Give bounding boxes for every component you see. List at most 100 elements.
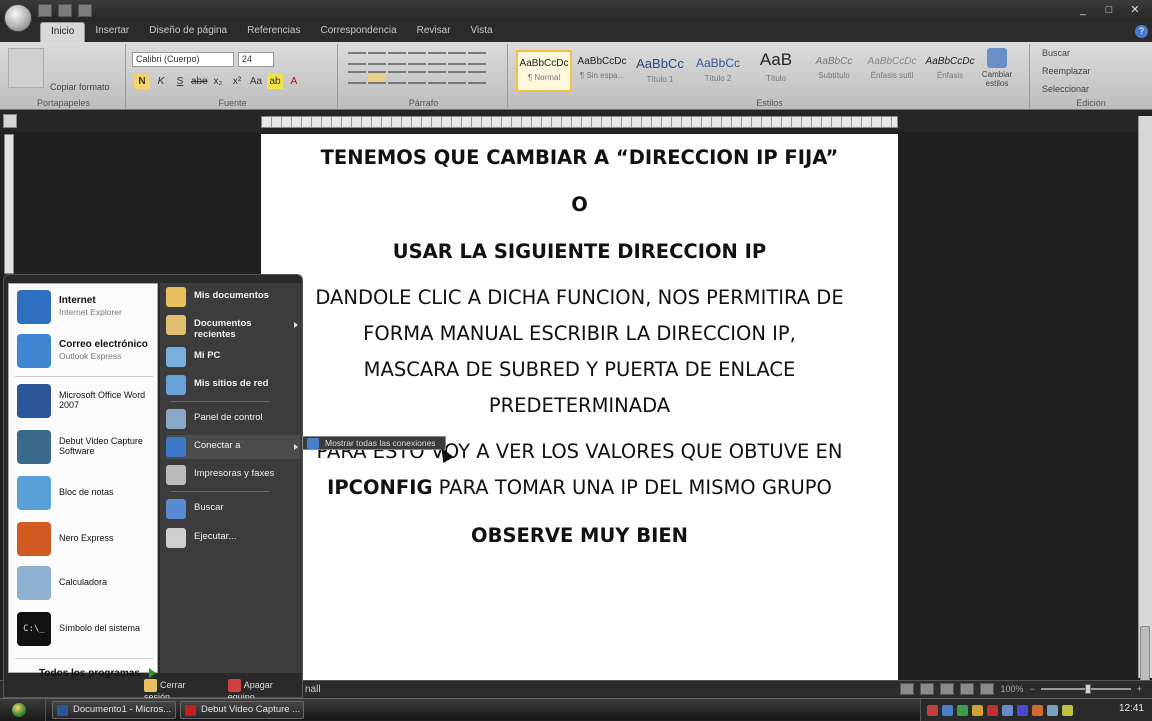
bold-button[interactable]: N <box>134 74 150 89</box>
tray-app-icon[interactable] <box>1032 704 1043 716</box>
paste-button[interactable] <box>8 48 44 88</box>
tab-inicio[interactable]: Inicio <box>40 22 86 42</box>
font-color-button[interactable]: A <box>286 74 302 89</box>
zoom-slider[interactable] <box>1040 684 1131 694</box>
style-heading-2[interactable]: AaBbCc Título 2 <box>690 50 746 92</box>
shading-button[interactable] <box>448 71 466 84</box>
places-connect-to[interactable]: Conectar a <box>166 435 300 459</box>
redo-icon[interactable] <box>78 4 92 17</box>
multilevel-button[interactable] <box>388 52 406 65</box>
save-icon[interactable] <box>38 4 52 17</box>
tray-antivirus-icon[interactable] <box>987 704 998 716</box>
outline-icon[interactable] <box>960 683 975 695</box>
tray-display-icon[interactable] <box>1047 704 1058 716</box>
font-size-select[interactable]: 24 <box>238 52 274 67</box>
superscript-button[interactable]: x² <box>229 74 245 89</box>
clock[interactable]: 12:41 <box>1119 703 1144 714</box>
taskbar-word-button[interactable]: Documento1 - Micros... <box>52 701 176 719</box>
maximize-button[interactable]: □ <box>1098 2 1120 18</box>
tray-network-icon[interactable] <box>942 704 953 716</box>
start-item-internet[interactable]: Internet Internet Explorer <box>15 288 155 328</box>
zoom-knob[interactable] <box>1084 684 1091 694</box>
borders-button[interactable] <box>468 71 486 84</box>
change-case-button[interactable]: Aa <box>248 74 264 89</box>
start-item-debut[interactable]: Debut Video Capture Software <box>15 428 155 468</box>
tab-revisar[interactable]: Revisar <box>407 22 461 42</box>
italic-button[interactable]: K <box>153 74 169 89</box>
start-item-calculator[interactable]: Calculadora <box>15 564 155 604</box>
tab-correspondencia[interactable]: Correspondencia <box>310 22 406 42</box>
draft-icon[interactable] <box>980 683 995 695</box>
zoom-out-icon[interactable]: − <box>1029 684 1034 694</box>
style-normal[interactable]: AaBbCcDc ¶ Normal <box>516 50 572 92</box>
tray-security-icon[interactable] <box>957 704 968 716</box>
align-center-button[interactable] <box>368 71 386 84</box>
places-my-pc[interactable]: Mi PC <box>166 345 300 369</box>
change-styles-button[interactable]: Cambiar estilos <box>972 48 1022 88</box>
copy-format-button[interactable]: Copiar formato <box>50 82 110 92</box>
bullets-button[interactable] <box>348 52 366 65</box>
ruler-toggle[interactable] <box>3 114 17 128</box>
underline-button[interactable]: S <box>172 74 188 89</box>
start-button[interactable] <box>0 699 46 721</box>
style-heading-1[interactable]: AaBbCc Título 1 <box>632 50 688 92</box>
show-marks-button[interactable] <box>468 52 486 65</box>
style-emphasis[interactable]: AaBbCcDc Énfasis <box>922 50 978 92</box>
justify-button[interactable] <box>408 71 426 84</box>
line-spacing-button[interactable] <box>428 71 446 84</box>
tray-bluetooth-icon[interactable] <box>1017 704 1028 716</box>
places-my-documents[interactable]: Mis documentos <box>166 285 300 309</box>
print-layout-icon[interactable] <box>900 683 915 695</box>
start-item-word[interactable]: Microsoft Office Word 2007 <box>15 382 155 422</box>
tray-power-icon[interactable] <box>1062 704 1073 716</box>
style-subtle-emphasis[interactable]: AaBbCcDc Énfasis sutil <box>864 50 920 92</box>
decrease-indent-button[interactable] <box>408 52 426 65</box>
sort-button[interactable] <box>448 52 466 65</box>
start-item-email[interactable]: Correo electrónico Outlook Express <box>15 332 155 372</box>
office-button[interactable] <box>4 4 32 32</box>
tray-volume-icon[interactable] <box>1002 704 1013 716</box>
tab-referencias[interactable]: Referencias <box>237 22 310 42</box>
tab-insertar[interactable]: Insertar <box>85 22 139 42</box>
start-item-cmd[interactable]: C:\_ Símbolo del sistema <box>15 610 155 650</box>
replace-button[interactable]: Reemplazar <box>1042 66 1091 76</box>
strikethrough-button[interactable]: abe <box>191 74 208 89</box>
horizontal-ruler[interactable] <box>261 116 898 128</box>
vertical-ruler[interactable] <box>4 134 14 274</box>
document-page[interactable]: TENEMOS QUE CAMBIAR A “DIRECCION IP FIJA… <box>261 134 898 680</box>
places-recent-documents[interactable]: Documentos recientes <box>166 313 300 341</box>
tray-record-icon[interactable] <box>927 704 938 716</box>
help-icon[interactable]: ? <box>1135 25 1148 38</box>
style-title[interactable]: AaB Título <box>748 50 804 92</box>
find-button[interactable]: Buscar <box>1042 48 1070 58</box>
close-button[interactable]: ✕ <box>1124 2 1146 18</box>
start-item-nero[interactable]: Nero Express <box>15 520 155 560</box>
zoom-in-icon[interactable]: + <box>1137 684 1142 694</box>
tab-diseno[interactable]: Diseño de página <box>139 22 237 42</box>
web-layout-icon[interactable] <box>940 683 955 695</box>
select-button[interactable]: Seleccionar <box>1042 84 1089 94</box>
places-run[interactable]: Ejecutar... <box>166 526 300 550</box>
tray-update-icon[interactable] <box>972 704 983 716</box>
all-programs-button[interactable]: Todos los programas <box>39 668 140 679</box>
vertical-scrollbar[interactable] <box>1138 116 1152 690</box>
align-left-button[interactable] <box>348 71 366 84</box>
highlight-button[interactable]: ab <box>267 74 283 89</box>
start-item-notepad[interactable]: Bloc de notas <box>15 474 155 514</box>
align-right-button[interactable] <box>388 71 406 84</box>
numbering-button[interactable] <box>368 52 386 65</box>
taskbar-debut-button[interactable]: Debut Video Capture ... <box>180 701 304 719</box>
tab-vista[interactable]: Vista <box>461 22 503 42</box>
font-family-select[interactable]: Calibri (Cuerpo) <box>132 52 234 67</box>
places-search[interactable]: Buscar <box>166 497 300 521</box>
subscript-button[interactable]: x₂ <box>210 74 226 89</box>
minimize-button[interactable]: _ <box>1072 2 1094 18</box>
places-printers[interactable]: Impresoras y faxes <box>166 463 300 487</box>
places-control-panel[interactable]: Panel de control <box>166 407 300 431</box>
undo-icon[interactable] <box>58 4 72 17</box>
increase-indent-button[interactable] <box>428 52 446 65</box>
connect-submenu-item[interactable]: Mostrar todas las conexiones <box>302 436 446 450</box>
places-network[interactable]: Mis sitios de red <box>166 373 300 397</box>
zoom-level[interactable]: 100% <box>1000 684 1023 694</box>
style-subtitle[interactable]: AaBbCc Subtítulo <box>806 50 862 92</box>
